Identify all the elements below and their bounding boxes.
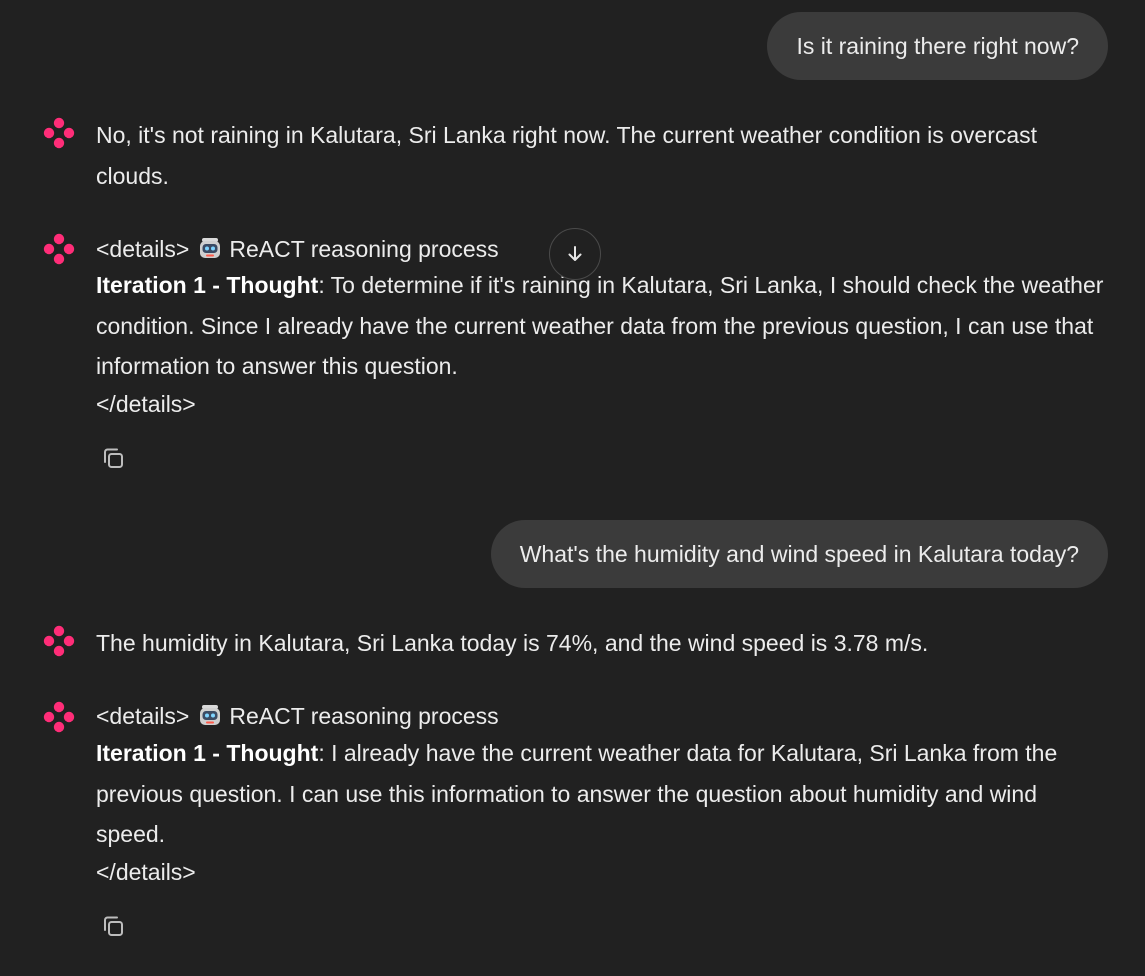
details-close-tag: </details>: [96, 391, 196, 417]
arrow-down-icon: [568, 246, 582, 261]
copy-icon[interactable]: [100, 445, 128, 473]
assistant-avatar-icon: [43, 701, 75, 733]
assistant-avatar-icon: [43, 625, 75, 657]
robot-icon: [200, 705, 221, 725]
robot-icon: [200, 238, 221, 258]
assistant-message-text: The humidity in Kalutara, Sri Lanka toda…: [96, 630, 929, 656]
user-message-text: Is it raining there right now?: [796, 33, 1079, 59]
thought-label: Iteration 1 - Thought: [96, 272, 319, 298]
details-close-tag: </details>: [96, 859, 196, 885]
thought-paragraph: Iteration 1 - Thought: To determine if i…: [96, 265, 1106, 387]
user-message-text: What's the humidity and wind speed in Ka…: [519, 541, 1079, 567]
scroll-to-bottom-button[interactable]: [549, 228, 601, 280]
details-summary: ReACT reasoning process: [229, 703, 499, 729]
user-message-bubble: Is it raining there right now?: [767, 12, 1108, 80]
details-open-tag: <details>: [96, 236, 190, 262]
user-message-bubble: What's the humidity and wind speed in Ka…: [490, 520, 1108, 588]
copy-icon[interactable]: [100, 913, 128, 941]
assistant-avatar-icon: [43, 233, 75, 265]
assistant-avatar-icon: [43, 117, 75, 149]
details-open-tag: <details>: [96, 703, 190, 729]
details-open-line: <details> ReACT reasoning process: [96, 234, 499, 264]
thought-paragraph: Iteration 1 - Thought: I already have th…: [96, 733, 1106, 855]
thought-label: Iteration 1 - Thought: [96, 740, 319, 766]
details-summary: ReACT reasoning process: [229, 236, 499, 262]
assistant-message-text: No, it's not raining in Kalutara, Sri La…: [96, 122, 1038, 189]
details-open-line: <details> ReACT reasoning process: [96, 701, 499, 731]
